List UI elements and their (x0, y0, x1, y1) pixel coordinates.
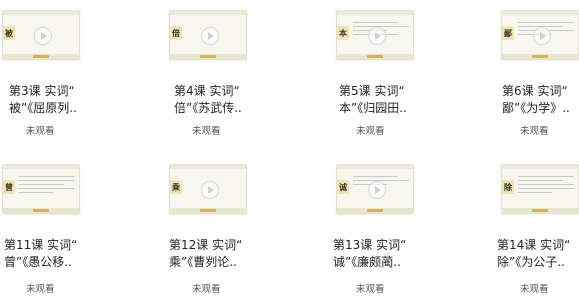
lesson-badge: 本 (337, 26, 349, 40)
lesson-badge: 鄙 (502, 26, 514, 40)
watch-status: 未观看 (520, 126, 549, 137)
lesson-badge: 乘 (170, 180, 182, 194)
watch-status: 未观看 (26, 284, 55, 295)
lesson-grid: 被 第3课 实词“ 被”《屈原列.. 未观看 倍 第4课 实词“ 倍”《苏武传.… (0, 0, 579, 304)
lesson-title[interactable]: 第14课 实词“ 除”《为公子.. (497, 237, 579, 271)
watch-status: 未观看 (520, 284, 549, 295)
lesson-badge: 诚 (337, 180, 349, 194)
play-icon[interactable] (201, 181, 219, 199)
lesson-thumbnail[interactable]: 被 (2, 10, 80, 60)
lesson-thumbnail[interactable]: 除 (501, 164, 579, 214)
lesson-thumbnail[interactable]: 本 (336, 10, 414, 60)
lesson-title[interactable]: 第6课 实词“ 鄙”《为学》.. (502, 83, 579, 117)
lesson-title[interactable]: 第3课 实词“ 被”《屈原列.. (9, 83, 119, 117)
lesson-title[interactable]: 第12课 实词“ 乘”《曹刿论.. (169, 237, 279, 271)
watch-status: 未观看 (26, 126, 55, 137)
play-icon[interactable] (368, 27, 386, 45)
lesson-badge: 除 (502, 180, 514, 194)
lesson-badge: 倍 (170, 26, 182, 40)
watch-status: 未观看 (192, 284, 221, 295)
lesson-thumbnail[interactable]: 鄙 (501, 10, 579, 60)
lesson-thumbnail[interactable]: 诚 (336, 164, 414, 214)
play-icon[interactable] (201, 27, 219, 45)
lesson-badge: 被 (3, 26, 15, 40)
lesson-thumbnail[interactable]: 曾 (2, 164, 80, 214)
lesson-thumbnail[interactable]: 倍 (169, 10, 247, 60)
lesson-title[interactable]: 第11课 实词“ 曾”《愚公移.. (4, 237, 114, 271)
watch-status: 未观看 (356, 126, 385, 137)
watch-status: 未观看 (192, 126, 221, 137)
lesson-thumbnail[interactable]: 乘 (169, 164, 247, 214)
lesson-title[interactable]: 第13课 实词“ 诚”《廉颇蔺.. (333, 237, 443, 271)
play-icon[interactable] (368, 181, 386, 199)
play-icon[interactable] (34, 27, 52, 45)
lesson-badge: 曾 (3, 180, 15, 194)
watch-status: 未观看 (356, 284, 385, 295)
lesson-title[interactable]: 第5课 实词“ 本”《归园田.. (339, 83, 449, 117)
lesson-title[interactable]: 第4课 实词“ 倍”《苏武传.. (174, 83, 284, 117)
play-icon[interactable] (533, 27, 551, 45)
